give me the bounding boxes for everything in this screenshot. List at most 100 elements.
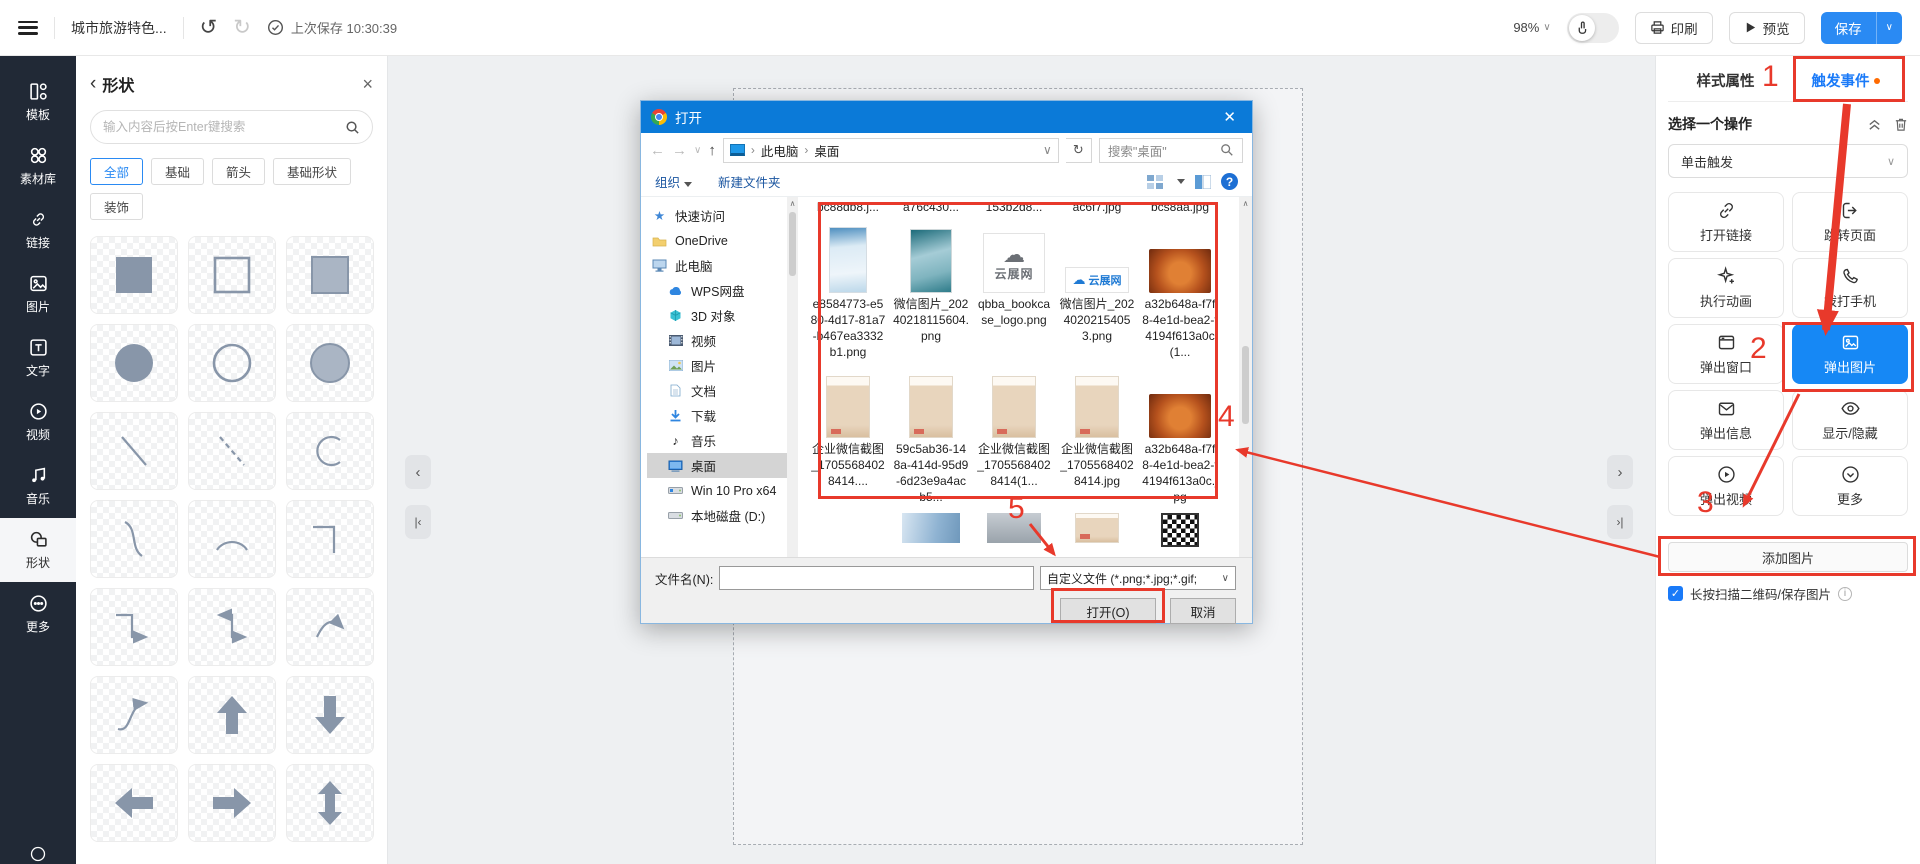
filename-input[interactable]	[719, 566, 1034, 590]
file-grid-scrollbar[interactable]: ∧	[1239, 197, 1252, 557]
sidebar-footer-icon[interactable]	[0, 846, 76, 864]
shape-elbow-arrow[interactable]	[90, 588, 178, 666]
sidebar-item-image[interactable]: 图片	[0, 262, 76, 326]
shape-circle-light[interactable]	[286, 324, 374, 402]
nav-item-system-drive[interactable]: Win 10 Pro x64	[647, 478, 787, 503]
menu-icon[interactable]	[18, 21, 38, 35]
new-folder-button[interactable]: 新建文件夹	[718, 172, 781, 191]
shape-arc-up[interactable]	[188, 500, 276, 578]
refresh-icon[interactable]: ↻	[1066, 138, 1092, 163]
sidebar-item-shapes[interactable]: 形状	[0, 518, 76, 582]
shape-arrow-right-filled[interactable]	[188, 764, 276, 842]
shape-arrow-left-filled[interactable]	[90, 764, 178, 842]
shape-elbow-arrow-double[interactable]	[188, 588, 276, 666]
scroll-up-icon[interactable]: ∧	[1243, 199, 1249, 208]
help-icon[interactable]: ?	[1221, 173, 1238, 190]
action-show-hide[interactable]: 显示/隐藏	[1792, 390, 1908, 450]
action-more[interactable]: 更多	[1792, 456, 1908, 516]
search-icon[interactable]	[345, 120, 360, 135]
shape-circle-outline[interactable]	[188, 324, 276, 402]
preview-pane-icon[interactable]	[1195, 175, 1211, 189]
sidebar-item-video[interactable]: 视频	[0, 390, 76, 454]
search-icon[interactable]	[1220, 143, 1234, 157]
shape-arc-open[interactable]	[286, 412, 374, 490]
save-button[interactable]: 保存	[1821, 18, 1876, 38]
collapse-panel-right-icon[interactable]: ›	[1607, 455, 1633, 489]
organize-menu[interactable]: 组织	[655, 172, 692, 191]
nav-item-this-pc[interactable]: 此电脑	[647, 253, 787, 278]
scrollbar-thumb[interactable]	[1242, 346, 1249, 424]
tab-decorations[interactable]: 装饰	[90, 193, 143, 220]
action-jump-page[interactable]: 跳转页面	[1792, 192, 1908, 252]
places-nav-scrollbar[interactable]: ∧	[787, 197, 798, 557]
checkbox-checked-icon[interactable]: ✓	[1668, 586, 1683, 601]
shapes-search-input[interactable]	[103, 120, 337, 134]
shape-elbow-line[interactable]	[286, 500, 374, 578]
action-popup-message[interactable]: 弹出信息	[1668, 390, 1784, 450]
sidebar-item-template[interactable]: 模板	[0, 70, 76, 134]
view-dropdown-icon[interactable]	[1177, 179, 1185, 184]
save-split-button[interactable]: 保存 ∨	[1821, 12, 1902, 44]
dialog-close-icon[interactable]: ✕	[1217, 108, 1242, 126]
nav-item-videos[interactable]: 视频	[647, 328, 787, 353]
close-icon[interactable]: ×	[362, 74, 373, 95]
file-item[interactable]	[1059, 513, 1135, 547]
preview-button[interactable]: 预览	[1729, 12, 1805, 44]
file-item[interactable]	[1142, 513, 1218, 547]
action-open-link[interactable]: 打开链接	[1668, 192, 1784, 252]
sidebar-item-link[interactable]: 链接	[0, 198, 76, 262]
sidebar-item-music[interactable]: 音乐	[0, 454, 76, 518]
nav-item-onedrive[interactable]: OneDrive	[647, 228, 787, 253]
action-popup-video[interactable]: 弹出视频	[1668, 456, 1784, 516]
collapse-all-icon[interactable]	[1867, 117, 1882, 132]
dialog-search-box[interactable]: 搜索"桌面"	[1099, 138, 1243, 163]
trigger-type-select[interactable]: 单击触发 ∨	[1668, 144, 1908, 178]
dialog-titlebar[interactable]: 打开 ✕	[641, 101, 1252, 133]
shape-square-outline[interactable]	[188, 236, 276, 314]
nav-forward-icon[interactable]: →	[672, 142, 687, 159]
scroll-up-icon[interactable]: ∧	[790, 199, 796, 208]
shape-curve-s[interactable]	[90, 500, 178, 578]
nav-up-icon[interactable]: ↑	[708, 142, 716, 159]
view-thumbnails-icon[interactable]	[1147, 175, 1163, 189]
shape-s-curve-arrow[interactable]	[90, 676, 178, 754]
back-icon[interactable]: ‹	[90, 73, 96, 95]
action-run-animation[interactable]: 执行动画	[1668, 258, 1784, 318]
scrollbar-thumb[interactable]	[789, 212, 796, 276]
sidebar-item-more[interactable]: 更多	[0, 582, 76, 646]
undo-icon[interactable]: ↺	[200, 17, 218, 38]
sidebar-item-assets[interactable]: 素材库	[0, 134, 76, 198]
address-dropdown-icon[interactable]: ∨	[1043, 143, 1052, 157]
nav-item-desktop[interactable]: 桌面	[647, 453, 787, 478]
shape-curve-arrow[interactable]	[286, 588, 374, 666]
collapse-panel-right-edge-icon[interactable]: ›|	[1607, 505, 1633, 539]
print-button[interactable]: 印刷	[1635, 12, 1713, 44]
sidebar-item-text[interactable]: 文字	[0, 326, 76, 390]
nav-history-icon[interactable]: ∨	[694, 145, 701, 156]
delete-icon[interactable]	[1894, 117, 1908, 132]
shape-arrow-up-filled[interactable]	[188, 676, 276, 754]
breadcrumb-desktop[interactable]: 桌面	[814, 141, 839, 160]
redo-icon[interactable]: ↻	[233, 17, 251, 38]
collapse-panel-left-edge-icon[interactable]: |‹	[405, 505, 431, 539]
shape-square-light[interactable]	[286, 236, 374, 314]
nav-item-local-disk-d[interactable]: 本地磁盘 (D:)	[647, 503, 787, 528]
file-type-select[interactable]: 自定义文件 (*.png;*.jpg;*.gif; ∨	[1040, 566, 1236, 590]
touch-mode-toggle[interactable]	[1567, 13, 1619, 43]
tab-style-properties[interactable]: 样式属性	[1697, 70, 1755, 91]
cancel-button[interactable]: 取消	[1170, 598, 1236, 624]
shape-square-filled[interactable]	[90, 236, 178, 314]
shape-arrow-updown-filled[interactable]	[286, 764, 374, 842]
tab-basic[interactable]: 基础	[151, 158, 204, 185]
file-item[interactable]	[893, 513, 969, 547]
tab-basic-shapes[interactable]: 基础形状	[273, 158, 351, 185]
shape-line-diagonal[interactable]	[90, 412, 178, 490]
nav-back-icon[interactable]: ←	[650, 142, 665, 159]
nav-item-pictures[interactable]: 图片	[647, 353, 787, 378]
nav-item-quick-access[interactable]: ★快速访问	[647, 203, 787, 228]
tab-arrows[interactable]: 箭头	[212, 158, 265, 185]
document-title[interactable]: 城市旅游特色...	[71, 18, 167, 38]
breadcrumb-this-pc[interactable]: 此电脑	[761, 141, 799, 160]
shape-arrow-down-filled[interactable]	[286, 676, 374, 754]
action-dial-phone[interactable]: 拨打手机	[1792, 258, 1908, 318]
